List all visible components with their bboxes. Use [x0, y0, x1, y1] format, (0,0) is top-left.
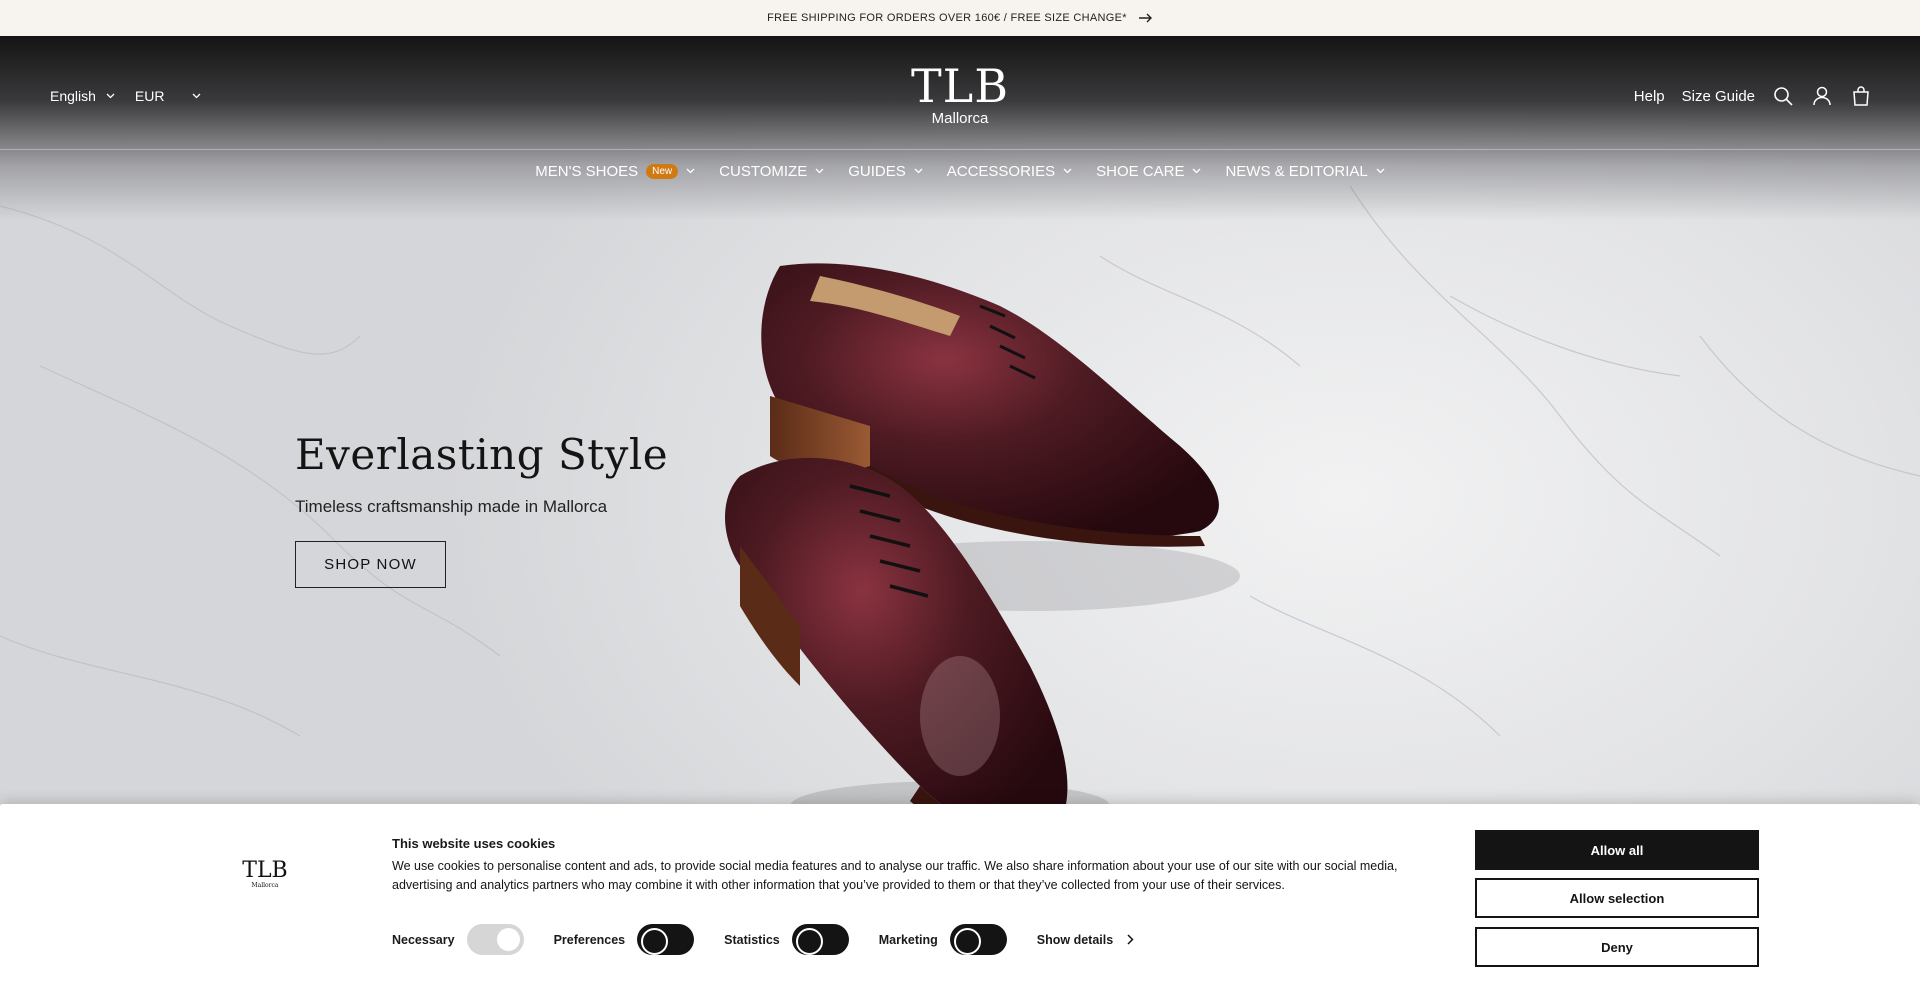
nav-item-news-editorial[interactable]: NEWS & EDITORIAL	[1225, 158, 1385, 184]
cart-icon[interactable]	[1850, 85, 1872, 107]
nav-label: CUSTOMIZE	[719, 162, 808, 180]
nav-item-mens-shoes[interactable]: MEN'S SHOES New	[535, 158, 695, 184]
nav-item-shoe-care[interactable]: SHOE CARE	[1096, 158, 1201, 184]
locale-selectors: English EUR	[50, 88, 201, 104]
consent-label: Marketing	[878, 932, 938, 947]
chevron-down-icon	[1063, 168, 1072, 174]
help-link[interactable]: Help	[1634, 88, 1665, 105]
shop-now-button[interactable]: SHOP NOW	[295, 541, 446, 588]
necessary-toggle	[466, 924, 524, 955]
announcement-text: FREE SHIPPING FOR ORDERS OVER 160€ / FRE…	[767, 12, 1127, 24]
cookie-banner: TLB Mallorca This website uses cookies W…	[0, 804, 1920, 993]
logo-mark: TLB	[910, 59, 1010, 113]
cookie-logo: TLB Mallorca	[238, 858, 292, 890]
header-divider	[0, 149, 1920, 150]
consent-label: Preferences	[553, 932, 626, 947]
nav-item-accessories[interactable]: ACCESSORIES	[947, 158, 1072, 184]
chevron-down-icon	[686, 168, 695, 174]
nav-label: GUIDES	[848, 162, 906, 180]
hero-copy: Everlasting Style Timeless craftsmanship…	[295, 430, 695, 588]
hero-banner	[0, 36, 1920, 804]
nav-item-customize[interactable]: CUSTOMIZE	[719, 158, 824, 184]
show-details-link[interactable]: Show details	[1037, 933, 1134, 947]
consent-statistics: Statistics	[724, 924, 849, 955]
header-actions: Help Size Guide	[1634, 85, 1872, 107]
account-icon[interactable]	[1811, 85, 1833, 107]
search-icon[interactable]	[1772, 85, 1794, 107]
nav-label: NEWS & EDITORIAL	[1225, 162, 1368, 180]
nav-label: ACCESSORIES	[946, 162, 1056, 180]
cookie-description: We use cookies to personalise content an…	[392, 859, 1398, 892]
site-header: English EUR TLB Mallorca Help Size Guide	[0, 36, 1920, 149]
consent-preferences: Preferences	[554, 924, 695, 955]
show-details-label: Show details	[1036, 932, 1114, 947]
cookie-title: This website uses cookies	[392, 836, 556, 851]
chevron-down-icon	[815, 168, 824, 174]
nav-label: SHOE CARE	[1096, 162, 1185, 180]
size-guide-link[interactable]: Size Guide	[1682, 88, 1755, 105]
chevron-down-icon	[1193, 168, 1201, 174]
allow-selection-button[interactable]: Allow selection	[1475, 878, 1759, 918]
site-logo[interactable]: TLB Mallorca	[910, 59, 1010, 127]
consent-options: Necessary Preferences Statistics Marketi…	[392, 924, 1134, 955]
consent-necessary: Necessary	[392, 924, 524, 955]
hero-subtitle: Timeless craftsmanship made in Mallorca	[295, 497, 608, 516]
chevron-right-icon	[1127, 934, 1134, 945]
logo-subtitle: Mallorca	[251, 882, 279, 889]
chevron-down-icon	[106, 93, 115, 99]
consent-label: Statistics	[724, 932, 780, 947]
statistics-toggle[interactable]	[791, 924, 849, 955]
currency-selector[interactable]: EUR	[135, 88, 202, 104]
marketing-toggle[interactable]	[949, 924, 1007, 955]
main-nav: MEN'S SHOES New CUSTOMIZE GUIDES ACCESSO…	[0, 158, 1920, 184]
deny-button[interactable]: Deny	[1475, 927, 1759, 967]
currency-label: EUR	[134, 88, 165, 104]
nav-label: MEN'S SHOES	[535, 162, 639, 180]
shoes-image	[725, 263, 1240, 804]
hero-title: Everlasting Style	[295, 430, 669, 479]
nav-item-guides[interactable]: GUIDES	[848, 158, 923, 184]
logo-mark: TLB	[242, 858, 288, 883]
allow-all-button[interactable]: Allow all	[1475, 830, 1759, 870]
chevron-down-icon	[1376, 168, 1385, 174]
consent-label: Necessary	[392, 932, 455, 947]
arrow-right-icon	[1138, 13, 1152, 23]
chevron-down-icon	[193, 93, 201, 99]
new-badge: New	[646, 163, 679, 179]
consent-marketing: Marketing	[879, 924, 1007, 955]
chevron-down-icon	[914, 168, 923, 174]
language-selector[interactable]: English	[50, 88, 115, 104]
preferences-toggle[interactable]	[637, 924, 695, 955]
language-label: English	[50, 88, 96, 104]
announcement-bar[interactable]: FREE SHIPPING FOR ORDERS OVER 160€ / FRE…	[0, 0, 1920, 36]
